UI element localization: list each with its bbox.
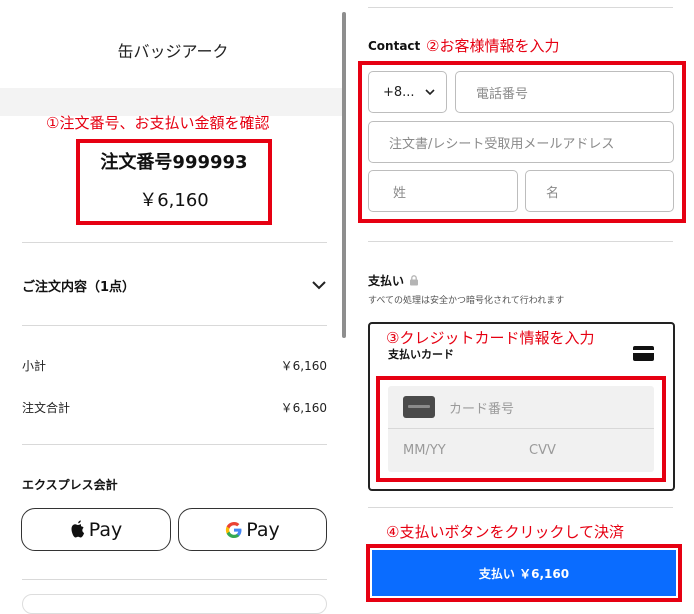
google-pay-label: Pay (246, 518, 280, 541)
first-name-placeholder: 名 (546, 185, 560, 201)
card-icon (403, 396, 435, 418)
order-amount: ￥6,160 (139, 190, 209, 211)
total-label: 注文合計 (22, 401, 71, 415)
expiry-field[interactable]: MM/YY (388, 429, 514, 472)
total-value: ￥6,160 (280, 401, 327, 415)
divider (22, 242, 327, 243)
subtotal-label: 小計 (22, 359, 47, 373)
card-number-placeholder: カード番号 (449, 401, 515, 417)
divider (22, 444, 327, 445)
email-field[interactable]: 注文書/レシート受取用メールアドレス (368, 121, 674, 163)
phone-field[interactable]: 電話番号 (455, 71, 674, 113)
cvv-placeholder: CVV (529, 443, 556, 458)
apple-pay-label: Pay (88, 518, 123, 541)
order-contents-label: ご注文内容（1点） (22, 280, 136, 295)
divider (22, 325, 327, 326)
email-placeholder: 注文書/レシート受取用メールアドレス (389, 136, 615, 152)
chevron-down-icon (312, 281, 326, 290)
country-code-value: +8... (383, 84, 415, 100)
annotation-step2: ②お客様情報を入力 (426, 37, 560, 55)
pay-submit-label: 支払い ￥6,160 (478, 566, 570, 581)
order-contents-toggle[interactable]: ご注文内容（1点） (22, 268, 327, 304)
divider (368, 507, 673, 508)
contact-label: Contact (368, 39, 421, 53)
annotation-step1: ①注文番号、お支払い金額を確認 (46, 114, 270, 132)
express-checkout-label: エクスプレス会計 (22, 478, 118, 492)
payment-security-note: すべての処理は安全かつ暗号化されて行われます (368, 296, 565, 306)
order-summary-pane: 缶バッジアーク ①注文番号、お支払い金額を確認 注文番号999993 ￥6,16… (0, 0, 346, 614)
card-title: 支払いカード (388, 348, 454, 361)
payment-label: 支払い (368, 274, 405, 288)
first-name-field[interactable]: 名 (525, 170, 674, 212)
divider (368, 7, 673, 8)
pay-submit-button[interactable]: 支払い ￥6,160 (372, 550, 676, 596)
google-g-icon (226, 521, 242, 538)
divider (22, 579, 327, 580)
store-title: 缶バッジアーク (117, 42, 229, 61)
last-name-field[interactable]: 姓 (368, 170, 518, 212)
google-pay-button[interactable]: Pay (178, 508, 327, 551)
credit-card-icon (633, 346, 654, 361)
chevron-down-icon (424, 88, 435, 95)
annotation-step3: ③クレジットカード情報を入力 (386, 329, 595, 347)
last-name-placeholder: 姓 (393, 185, 407, 201)
divider (368, 241, 673, 242)
order-number: 注文番号999993 (100, 152, 248, 173)
apple-pay-button[interactable]: Pay (21, 508, 171, 551)
phone-placeholder: 電話番号 (476, 86, 529, 102)
partial-element (22, 594, 327, 614)
lock-icon (410, 275, 418, 286)
expiry-placeholder: MM/YY (403, 443, 446, 458)
checkout-form-pane: Contact ②お客様情報を入力 +8... 電話番号 注文書/レシート受取用… (346, 0, 694, 604)
cvv-field[interactable]: CVV (514, 429, 654, 472)
card-number-field[interactable]: カード番号 (388, 386, 654, 428)
apple-icon (71, 520, 84, 538)
annotation-step4: ④支払いボタンをクリックして決済 (386, 523, 624, 541)
subtotal-value: ￥6,160 (280, 359, 327, 373)
country-code-select[interactable]: +8... (368, 71, 447, 113)
